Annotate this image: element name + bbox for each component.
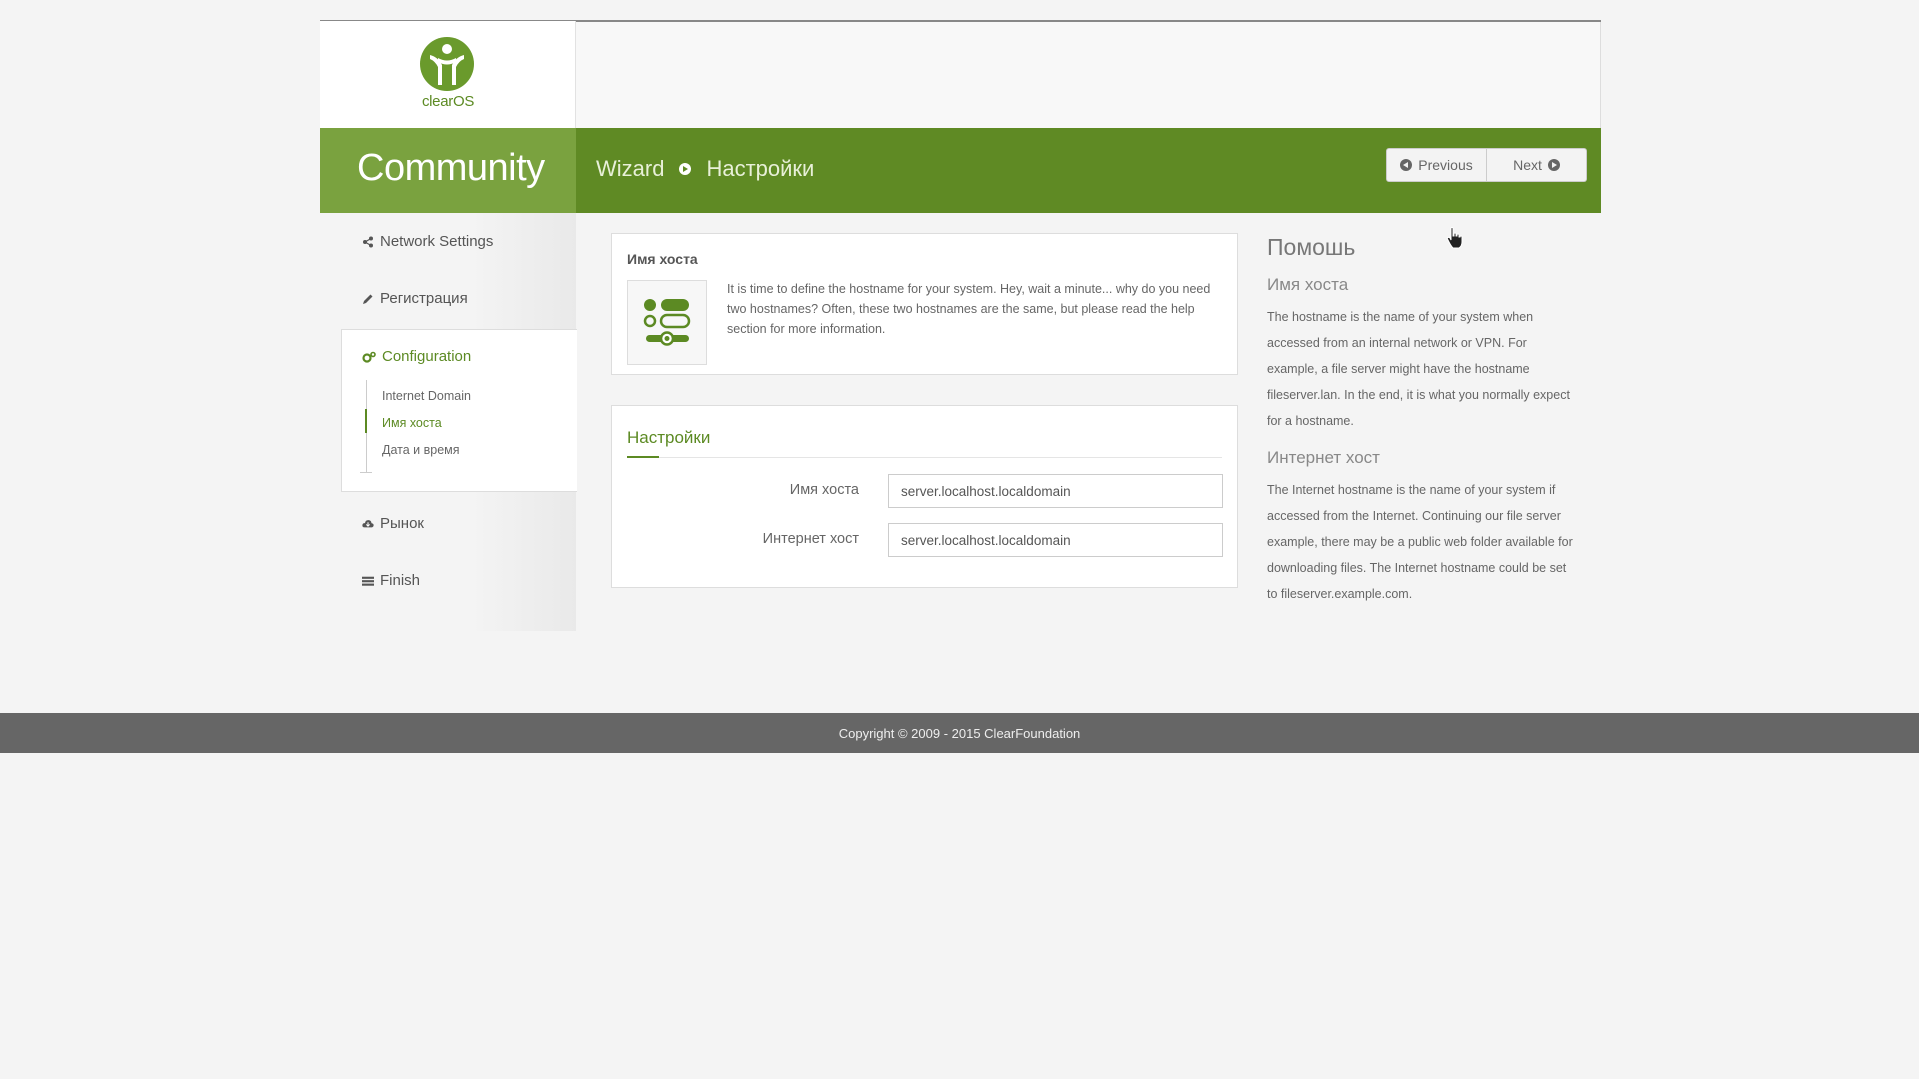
hostname-input[interactable] [888, 474, 1223, 508]
cloud-download-icon [362, 519, 374, 527]
sidebar-subitem-date-time[interactable]: Дата и время [382, 443, 460, 457]
breadcrumb-root[interactable]: Wizard [596, 156, 664, 182]
settings-panel: Настройки Имя хоста Интернет хост [611, 405, 1238, 588]
internet-hostname-input[interactable] [888, 523, 1223, 557]
pencil-icon [363, 294, 373, 304]
sidebar-item-registration[interactable]: Регистрация [362, 290, 468, 307]
logo[interactable]: clearOS [320, 21, 576, 128]
next-label: Next [1513, 157, 1542, 173]
hostname-label: Имя хоста [789, 482, 859, 498]
settings-divider [627, 457, 1222, 458]
sidebar-item-label: Finish [380, 572, 421, 589]
sidebar-section-configuration: Configuration Internet Domain Имя хоста … [341, 329, 577, 492]
banner: Community Wizard Настройки Previous Next [320, 128, 1601, 213]
sidebar-item-finish[interactable]: Finish [362, 572, 420, 589]
arrow-circle-left-icon [1400, 159, 1413, 171]
internet-hostname-label: Интернет хост [762, 531, 859, 547]
sidebar-subitem-internet-domain[interactable]: Internet Domain [382, 389, 471, 403]
sidebar-item-label: Network Settings [380, 233, 494, 250]
edition-box: Community [320, 128, 576, 213]
help-section: Помошь Имя хоста The hostname is the nam… [1267, 234, 1577, 621]
help-text-hostname: The hostname is the name of your system … [1267, 310, 1570, 428]
previous-label: Previous [1418, 157, 1473, 173]
share-icon [363, 236, 373, 247]
sidebar-subitem-hostname[interactable]: Имя хоста [382, 416, 442, 430]
header-blank-area [576, 21, 1601, 128]
arrow-circle-right-icon [679, 163, 692, 175]
wizard-nav: Previous Next [1386, 148, 1587, 182]
help-title: Помошь [1267, 234, 1356, 260]
intro-title: Имя хоста [627, 251, 698, 267]
settings-divider-accent [627, 456, 659, 458]
help-heading-hostname: Имя хоста [1267, 275, 1349, 294]
hostname-app-icon-box [627, 280, 707, 365]
intro-panel: Имя хоста It is time to define the hostn… [611, 233, 1238, 375]
edition-title: Community [357, 147, 545, 189]
sidebar-item-marketplace[interactable]: Рынок [362, 515, 424, 532]
previous-button[interactable]: Previous [1386, 148, 1487, 182]
active-indicator [365, 409, 367, 433]
sidebar-item-configuration[interactable]: Configuration [362, 348, 471, 365]
next-button[interactable]: Next [1487, 148, 1587, 182]
sidebar-item-label: Рынок [380, 515, 424, 532]
list-icon [362, 576, 374, 586]
gears-icon [362, 351, 376, 363]
sidebar-item-network-settings[interactable]: Network Settings [362, 233, 493, 250]
logo-text: clearOS [421, 93, 475, 110]
breadcrumb-current: Настройки [706, 156, 815, 181]
sidebar-item-label: Configuration [382, 348, 472, 365]
footer: Copyright © 2009 - 2015 ClearFoundation [0, 713, 1919, 753]
intro-text: It is time to define the hostname for yo… [727, 282, 1211, 336]
settings-toggles-icon [643, 299, 691, 346]
clearos-logo-icon [420, 37, 474, 91]
arrow-circle-right-icon [1547, 159, 1560, 171]
sidebar-item-label: Регистрация [380, 290, 468, 307]
help-text-internet-hostname: The Internet hostname is the name of you… [1267, 483, 1573, 601]
sub-tree-end [360, 472, 372, 473]
copyright-text: Copyright © 2009 - 2015 ClearFoundation [838, 725, 1081, 741]
hand-cursor-icon [1446, 227, 1463, 249]
sidebar: Network Settings Регистрация Configurati… [341, 213, 577, 631]
settings-title: Настройки [627, 428, 711, 447]
breadcrumb: Wizard Настройки [596, 156, 814, 182]
help-heading-internet-hostname: Интернет хост [1267, 448, 1380, 467]
